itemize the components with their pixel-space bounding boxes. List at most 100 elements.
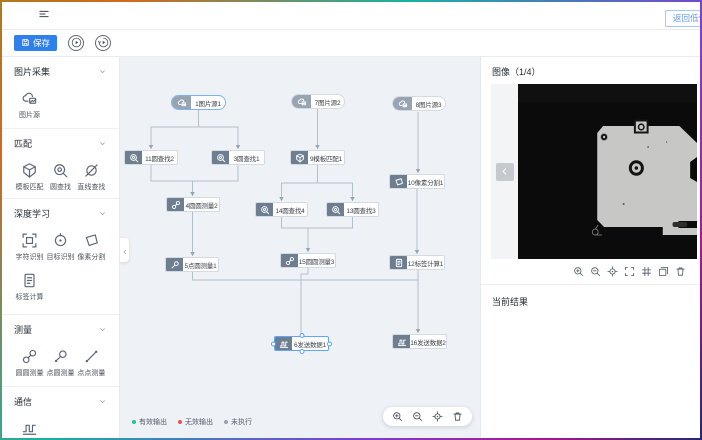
flow-node-12[interactable]: 12标签计算1 [389,255,445,270]
flow-node-4[interactable]: 4圆圆测量2 [166,197,220,212]
tool-item[interactable]: 圆查找 [45,162,76,192]
sidebar-collapse-handle[interactable] [120,238,129,262]
circle-find-icon [129,153,139,163]
zoom-in-button[interactable] [392,411,403,422]
image-viewer [491,84,697,259]
section-header[interactable]: 匹配 [14,137,107,150]
tool-item[interactable]: 目标识别 [45,232,76,262]
zoom-out-button[interactable] [590,266,601,277]
tool-item[interactable]: 字符识别 [14,232,45,262]
inspection-image[interactable] [518,84,697,259]
tool-label: 模板匹配 [15,182,43,192]
tool-label: 目标识别 [46,252,74,262]
locate-button[interactable] [432,411,443,422]
section-header[interactable]: 深度学习 [14,207,107,220]
chevron-down-icon [98,139,107,148]
legend-label: 未执行 [231,417,252,427]
flow-canvas[interactable]: 有效输出无效输出未执行 1图片源1 7图片源2 8图片源3 11圆查找2 3圆查找1 9模… [120,57,480,438]
previous-image-button[interactable] [496,163,514,181]
trash-button[interactable] [452,411,463,422]
legend-dot [132,420,136,424]
tool-label: 圆查找 [50,182,71,192]
zoom-in-icon [573,266,584,277]
window-frame: 返回低代码 保存 图片采集图片源匹配模板匹配圆查找直线查找深度学习字符识别目标识… [0,0,702,440]
image-source-icon [297,97,307,107]
section-header[interactable]: 通信 [14,395,107,408]
back-to-lowcode-button[interactable]: 返回低代码 [665,10,700,27]
status-legend: 有效输出无效输出未执行 [132,417,252,427]
menu-button[interactable] [36,6,52,25]
tool-item[interactable]: 标签计算 [14,272,45,302]
flow-node-6[interactable]: 6发送数据1 [274,336,329,351]
tool-item[interactable]: 像素分割 [76,232,107,262]
zoom-out-icon [590,266,601,277]
tool-item[interactable]: 点圆测量 [45,348,76,378]
chevron-down-icon [98,209,107,218]
flow-node-9[interactable]: 9模板匹配1 [290,150,345,165]
section-title: 测量 [14,323,32,336]
flow-node-11[interactable]: 11圆查找2 [124,150,178,165]
app-window: 返回低代码 保存 图片采集图片源匹配模板匹配圆查找直线查找深度学习字符识别目标识… [2,2,700,438]
flow-node-16[interactable]: 16发送数据2 [392,334,447,349]
section-header[interactable]: 图片采集 [14,65,107,78]
pixel-segmentation-icon [83,232,100,249]
selection-handle[interactable] [271,341,276,346]
label-calc-icon [394,258,404,268]
circle-find-icon [125,151,142,164]
flow-node-1[interactable]: 1图片源1 [171,95,226,110]
flow-node-13[interactable]: 13圆查找3 [326,202,379,217]
action-toolbar: 保存 [2,30,700,57]
save-icon [21,38,30,49]
run-icon [71,36,82,51]
right-panel: 图像（1/4） [480,57,700,438]
tool-item[interactable]: 圆圆测量 [14,348,45,378]
flow-node-7[interactable]: 7图片源2 [291,94,345,109]
trash-button[interactable] [675,266,686,277]
run-once-button[interactable] [95,35,111,51]
pixel-segmentation-icon [394,177,404,187]
tool-item[interactable]: 图片源 [14,90,45,120]
legend-item: 有效输出 [132,417,167,427]
image-source-icon [292,95,311,108]
tool-item[interactable]: 点点测量 [76,348,107,378]
tool-label: 像素分割 [77,252,105,262]
circle-find-icon [216,153,226,163]
locate-button[interactable] [607,266,618,277]
tool-item[interactable]: 模板匹配 [14,162,45,192]
selection-handle[interactable] [299,333,304,338]
section-header[interactable]: 测量 [14,323,107,336]
node-label: 7图片源2 [311,95,344,108]
chevron-down-icon [98,67,107,76]
flow-node-5[interactable]: 5点圆测量1 [165,257,219,272]
flow-node-15[interactable]: 15圆圆测量3 [280,253,336,268]
results-panel-title: 当前结果 [481,285,700,318]
menu-icon [38,8,50,23]
image-source-icon [398,99,408,109]
locate-icon [607,266,618,277]
compare-button[interactable] [658,266,669,277]
run-button[interactable] [68,35,84,51]
flow-node-3[interactable]: 3圆查找1 [211,150,265,165]
flow-node-10[interactable]: 10像素分割1 [389,174,445,189]
send-data-icon [397,337,407,347]
selection-handle[interactable] [299,349,304,354]
chevron-down-icon [98,325,107,334]
fullscreen-button[interactable] [624,266,635,277]
flow-node-8[interactable]: 8图片源3 [392,96,446,111]
zoom-in-button[interactable] [573,266,584,277]
sidebar: 图片采集图片源匹配模板匹配圆查找直线查找深度学习字符识别目标识别像素分割标签计算… [2,57,120,438]
node-label: 14圆查找4 [273,203,307,216]
tool-item[interactable]: 直线查找 [76,162,107,192]
flow-node-14[interactable]: 14圆查找4 [255,202,308,217]
grid-button[interactable] [641,266,652,277]
legend-item: 未执行 [224,417,252,427]
send-data-icon [21,420,38,437]
save-button[interactable]: 保存 [14,35,57,51]
tool-item[interactable] [14,420,45,437]
node-label: 9模板匹配1 [308,151,344,164]
viewer-toolbar [481,266,700,277]
section-title: 图片采集 [14,65,50,78]
zoom-out-button[interactable] [412,411,423,422]
selection-handle[interactable] [327,341,332,346]
circle-find-icon [52,162,69,179]
